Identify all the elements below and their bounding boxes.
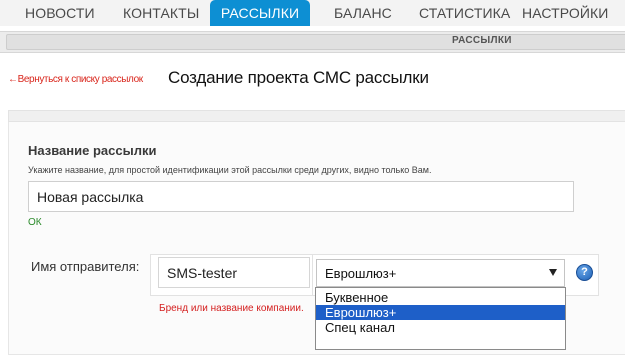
nav-item-mailings[interactable]: РАССЫЛКИ (210, 0, 310, 26)
dropdown-option-euro-gateway[interactable]: Еврошлюз+ (316, 305, 565, 320)
dropdown-arrow-icon (549, 269, 557, 276)
page-title: Создание проекта СМС рассылки (168, 68, 429, 87)
subheader-label: РАССЫЛКИ (452, 35, 512, 46)
nav-item-statistics[interactable]: СТАТИСТИКА (419, 0, 510, 26)
dropdown-option-special-channel[interactable]: Спец канал (316, 320, 565, 335)
sender-row-divider (312, 254, 313, 296)
mailing-name-input[interactable] (28, 181, 574, 212)
name-status-ok: ОК (28, 217, 42, 228)
subheader-bar: РАССЫЛКИ (0, 31, 625, 53)
sender-name-input[interactable] (158, 257, 310, 288)
subheader-inner (6, 34, 625, 50)
nav-item-contacts[interactable]: КОНТАКТЫ (123, 0, 199, 26)
nav-item-settings[interactable]: НАСТРОЙКИ (522, 0, 608, 26)
name-section-hint: Укажите название, для простой идентифика… (28, 165, 432, 175)
form-panel-header (8, 110, 625, 122)
nav-item-news[interactable]: НОВОСТИ (25, 0, 95, 26)
top-navigation: НОВОСТИ КОНТАКТЫ РАССЫЛКИ БАЛАНС СТАТИСТ… (0, 0, 625, 26)
back-to-list-link[interactable]: ←Вернуться к списку рассылок (8, 74, 143, 85)
sender-type-selected-value: Еврошлюз+ (325, 266, 397, 281)
question-circle-icon[interactable]: ? (576, 264, 593, 281)
sender-type-dropdown-list: Буквенное Еврошлюз+ Спец канал (315, 287, 566, 350)
nav-item-balance[interactable]: БАЛАНС (334, 0, 392, 26)
dropdown-option-letter[interactable]: Буквенное (316, 290, 565, 305)
sender-type-select[interactable]: Еврошлюз+ (316, 259, 565, 287)
sender-name-hint: Бренд или название компании. (159, 303, 304, 314)
sender-name-label: Имя отправителя: (31, 259, 140, 274)
name-section-title: Название рассылки (28, 143, 157, 158)
